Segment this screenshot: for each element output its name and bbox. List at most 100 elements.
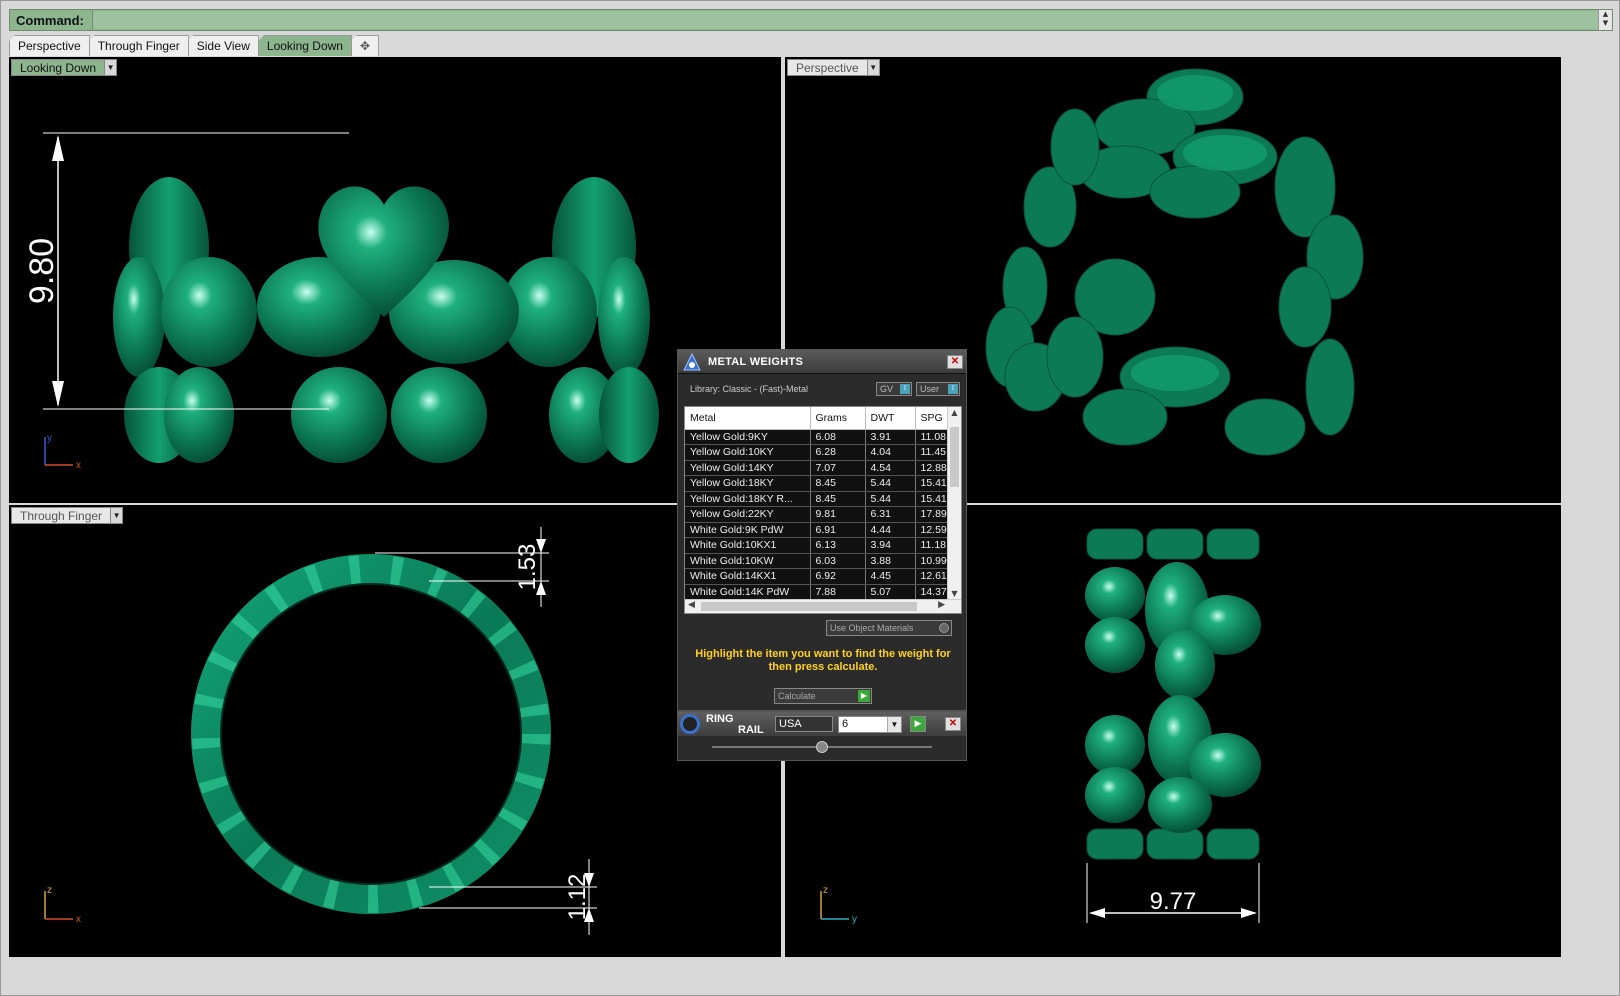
calculate-button[interactable]: Calculate ▶ [774, 688, 872, 704]
table-cell: 3.88 [865, 553, 916, 569]
metal-weights-title: METAL WEIGHTS [708, 355, 804, 368]
table-cell: 4.44 [865, 522, 916, 538]
table-cell: 11.08 [915, 429, 952, 445]
table-row[interactable]: White Gold:14K PdW 7.88 5.07 14.37 [685, 584, 952, 600]
table-cell: 9.81 [810, 506, 866, 523]
dimension-1-53: 1.53 [514, 544, 541, 591]
table-cell: 17.89 [915, 506, 952, 523]
table-cell: White Gold:14KX1 [685, 568, 811, 585]
ring-size-region[interactable]: USA [775, 716, 833, 732]
table-cell: 3.94 [865, 537, 916, 554]
column-header-spg[interactable]: SPG [915, 407, 952, 430]
table-cell: 7.88 [810, 584, 866, 600]
use-object-materials-option[interactable]: Use Object Materials [826, 620, 952, 636]
table-row[interactable]: White Gold:10KX1 6.13 3.94 11.18 [685, 537, 952, 554]
table-cell: 8.45 [810, 475, 866, 492]
table-cell: 7.07 [810, 460, 866, 476]
looking-down-model: 9.80 y x [23, 132, 659, 471]
viewport-label-through-finger[interactable]: Through Finger ▼ [11, 507, 124, 524]
table-row[interactable]: White Gold:10KW 6.03 3.88 10.99 [685, 553, 952, 569]
table-cell: Yellow Gold:18KY R... [685, 491, 811, 507]
add-tab-icon[interactable]: ✥ [350, 35, 379, 56]
viewport-through-finger[interactable]: 1.53 1.12 z x Through Finger ▼ [9, 505, 781, 957]
table-row[interactable]: Yellow Gold:10KY 6.28 4.04 11.45 [685, 444, 952, 461]
table-cell: 4.54 [865, 460, 916, 476]
table-row[interactable]: Yellow Gold:22KY 9.81 6.31 17.89 [685, 506, 952, 523]
tab-perspective[interactable]: Perspective [9, 35, 90, 56]
tab-side-view[interactable]: Side View [187, 35, 259, 56]
svg-text:y: y [47, 433, 52, 444]
table-cell: Yellow Gold:9KY [685, 429, 811, 445]
horizontal-scrollbar[interactable]: ◀ ▶ [685, 599, 961, 613]
table-cell: White Gold:9K PdW [685, 522, 811, 538]
table-cell: 6.91 [810, 522, 866, 538]
slider-handle[interactable] [816, 741, 828, 753]
table-cell: Yellow Gold:22KY [685, 506, 811, 523]
gv-toggle[interactable]: GV I [876, 382, 912, 396]
ring-rail-panel: RING RAIL USA 6 ▼ ▶ ✕ [677, 711, 967, 761]
table-cell: 5.44 [865, 491, 916, 507]
table-cell: 10.99 [915, 553, 952, 569]
column-header-metal[interactable]: Metal [685, 407, 811, 430]
table-cell: 6.08 [810, 429, 866, 445]
column-header-dwt[interactable]: DWT [865, 407, 916, 430]
table-cell: 6.13 [810, 537, 866, 554]
command-bar: Command: ▲ ▼ [9, 9, 1613, 31]
table-cell: 6.31 [865, 506, 916, 523]
table-cell: 11.18 [915, 537, 952, 554]
vertical-scrollbar[interactable]: ▲ ▼ [947, 407, 961, 599]
tab-looking-down[interactable]: Looking Down [257, 35, 352, 56]
close-icon[interactable]: ✕ [945, 717, 961, 731]
table-row[interactable]: Yellow Gold:9KY 6.08 3.91 11.08 [685, 429, 952, 445]
metal-weights-panel: METAL WEIGHTS ✕ Library: Classic - (Fast… [677, 349, 967, 711]
command-history-spinner[interactable]: ▲ ▼ [1598, 10, 1612, 30]
table-cell: 15.41 [915, 475, 952, 492]
table-cell: White Gold:10KX1 [685, 537, 811, 554]
table-row[interactable]: Yellow Gold:18KY R... 8.45 5.44 15.41 [685, 491, 952, 507]
svg-text:x: x [76, 914, 81, 925]
library-label: Library: Classic - (Fast)-Metal [690, 384, 809, 394]
tab-through-finger[interactable]: Through Finger [88, 35, 189, 56]
metal-weights-table[interactable]: Metal Grams DWT SPG Yellow Gold:9KY 6.08 3… [684, 406, 962, 614]
dimension-1-12: 1.12 [564, 874, 591, 921]
table-cell: 6.92 [810, 568, 866, 585]
table-cell: 11.45 [915, 444, 952, 461]
viewport-looking-down[interactable]: 9.80 y x Looking Down ▼ [9, 57, 781, 503]
viewport-label-looking-down[interactable]: Looking Down ▼ [11, 59, 118, 76]
table-cell: 12.88 [915, 460, 952, 476]
instruction-message: Highlight the item you want to find the … [695, 648, 951, 673]
user-toggle[interactable]: User I [916, 382, 960, 396]
command-label: Command: [16, 12, 84, 28]
ring-rail-slider[interactable] [712, 741, 932, 753]
table-cell: Yellow Gold:14KY [685, 460, 811, 476]
table-cell: 14.37 [915, 584, 952, 600]
close-icon[interactable]: ✕ [947, 354, 963, 369]
chevron-down-icon[interactable]: ▼ [867, 59, 880, 76]
svg-text:z: z [823, 885, 828, 896]
svg-text:x: x [76, 460, 81, 471]
table-cell: Yellow Gold:18KY [685, 475, 811, 492]
command-input[interactable] [92, 11, 1598, 29]
chevron-down-icon: ▼ [887, 717, 901, 732]
ring-rail-apply-button[interactable]: ▶ [910, 716, 926, 732]
rhino-application-window: Command: ▲ ▼ Perspective Through Finger S… [0, 0, 1620, 996]
table-row[interactable]: Yellow Gold:14KY 7.07 4.54 12.88 [685, 460, 952, 476]
table-cell: 6.03 [810, 553, 866, 569]
ring-rail-titlebar[interactable]: RING RAIL USA 6 ▼ ▶ ✕ [678, 712, 966, 736]
metal-weights-titlebar[interactable]: METAL WEIGHTS ✕ [678, 350, 966, 374]
table-row[interactable]: White Gold:9K PdW 6.91 4.44 12.59 [685, 522, 952, 538]
table-row[interactable]: White Gold:14KX1 6.92 4.45 12.61 [685, 568, 952, 585]
table-cell: White Gold:14K PdW [685, 584, 811, 600]
table-cell: 5.07 [865, 584, 916, 600]
table-cell: 15.41 [915, 491, 952, 507]
table-cell: Yellow Gold:10KY [685, 444, 811, 461]
table-cell: 3.91 [865, 429, 916, 445]
viewport-label-perspective[interactable]: Perspective ▼ [787, 59, 880, 76]
chevron-down-icon[interactable]: ▼ [105, 59, 118, 76]
chevron-down-icon[interactable]: ▼ [111, 507, 124, 524]
viewport-tab-bar: Perspective Through Finger Side View Loo… [9, 35, 379, 56]
table-cell: 4.45 [865, 568, 916, 585]
ring-size-select[interactable]: 6 ▼ [838, 716, 902, 733]
column-header-grams[interactable]: Grams [810, 407, 866, 430]
table-row[interactable]: Yellow Gold:18KY 8.45 5.44 15.41 [685, 475, 952, 492]
